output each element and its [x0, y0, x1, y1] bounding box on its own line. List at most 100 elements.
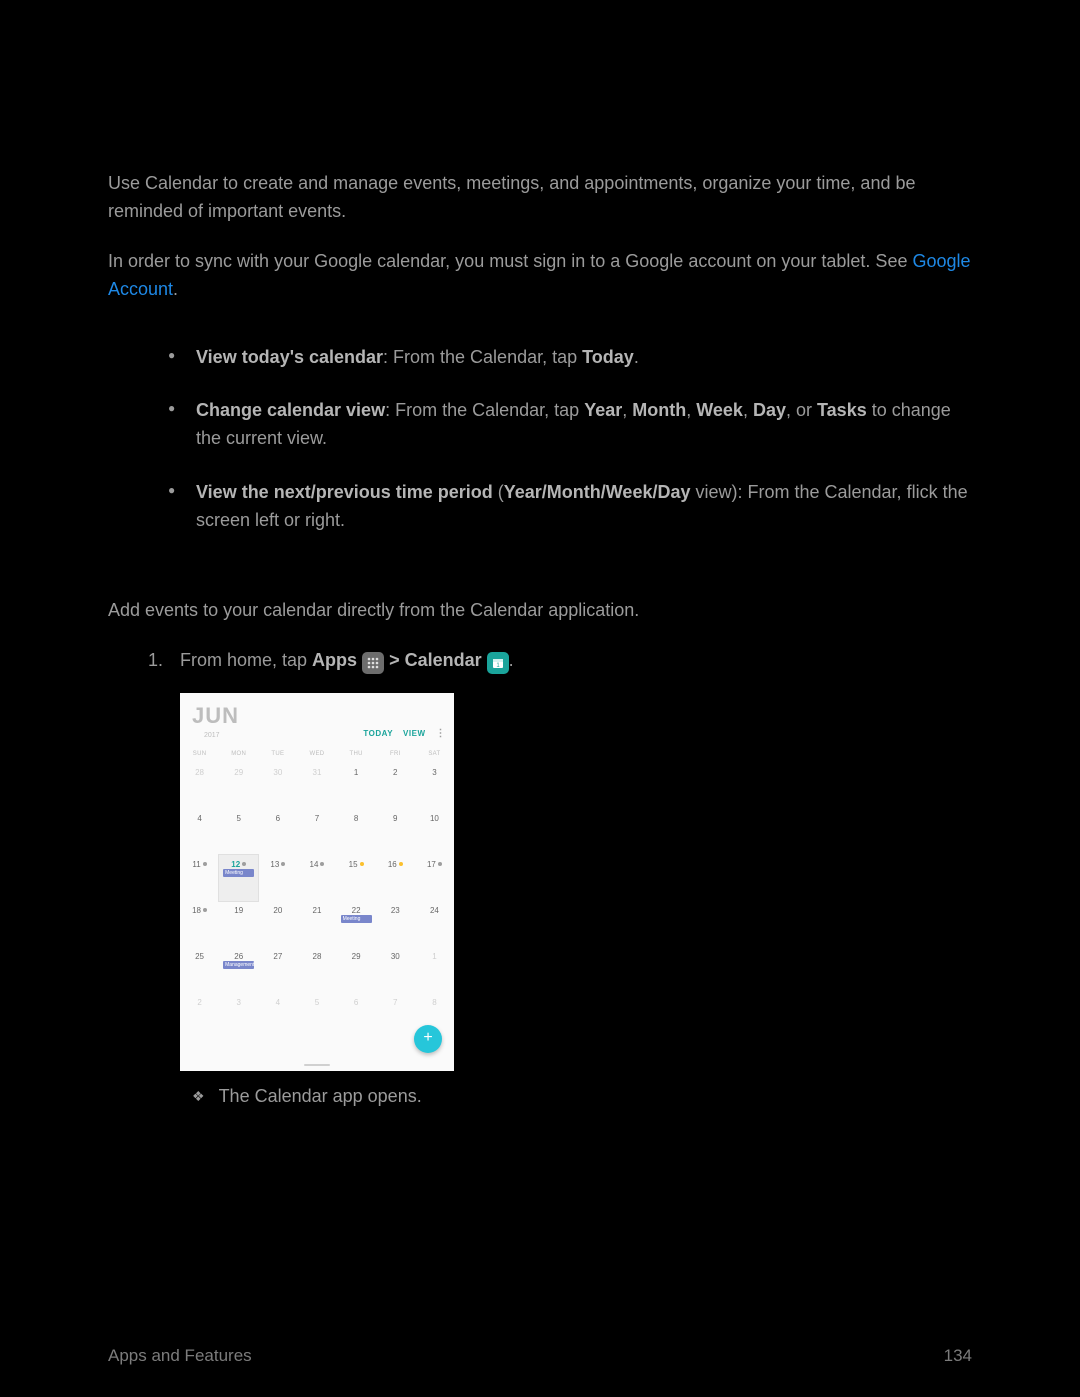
shot-actions: TODAY VIEW ⋮	[363, 726, 446, 742]
weekday-header: SUN	[180, 744, 219, 763]
bullet-list: View today's calendar: From the Calendar…	[168, 344, 972, 535]
calendar-day-cell[interactable]: 21	[297, 901, 336, 947]
calendar-day-cell[interactable]: 2	[376, 763, 415, 809]
calendar-day-cell[interactable]: 28	[180, 763, 219, 809]
bullet-item: View the next/previous time period (Year…	[168, 479, 972, 535]
calendar-day-cell[interactable]: 15	[337, 855, 376, 901]
weekday-header: THU	[337, 744, 376, 763]
step-sep: >	[389, 650, 405, 670]
calendar-day-cell[interactable]: 18	[180, 901, 219, 947]
calendar-day-cell[interactable]: 11	[180, 855, 219, 901]
calendar-day-cell[interactable]: 4	[258, 993, 297, 1039]
shot-month: JUN	[192, 699, 239, 733]
bullet-or: , or	[786, 400, 817, 420]
calendar-grid: SUNMONTUEWEDTHUFRISAT2829303112345678910…	[180, 744, 454, 1039]
home-indicator	[304, 1064, 330, 1066]
calendar-day-cell[interactable]: 5	[297, 993, 336, 1039]
calendar-day-cell[interactable]: 27	[258, 947, 297, 993]
bullet-lead: Change calendar view	[196, 400, 385, 420]
calendar-day-cell[interactable]: 29	[219, 763, 258, 809]
result-text: The Calendar app opens.	[219, 1083, 422, 1111]
weekday-header: TUE	[258, 744, 297, 763]
footer-page-number: 134	[944, 1343, 972, 1369]
calendar-day-cell[interactable]: 7	[376, 993, 415, 1039]
page-footer: Apps and Features 134	[108, 1343, 972, 1369]
shot-header: JUN 2017 TODAY VIEW ⋮	[180, 693, 454, 744]
calendar-day-cell[interactable]: 23	[376, 901, 415, 947]
intro-p2-b: .	[173, 279, 178, 299]
calendar-day-cell[interactable]: 3	[415, 763, 454, 809]
calendar-day-cell[interactable]: 25	[180, 947, 219, 993]
calendar-day-cell[interactable]: 9	[376, 809, 415, 855]
calendar-event-chip[interactable]: Meeting	[223, 869, 254, 877]
calendar-day-cell[interactable]: 7	[297, 809, 336, 855]
intro-p2-a: In order to sync with your Google calend…	[108, 251, 912, 271]
step-result: ❖ The Calendar app opens.	[192, 1083, 972, 1111]
bullet-keyword: Today	[582, 347, 634, 367]
bullet-lead: View the next/previous time period	[196, 482, 493, 502]
bullet-lead: View today's calendar	[196, 347, 383, 367]
step-text-a: From home, tap	[180, 650, 312, 670]
calendar-event-chip[interactable]: Management	[223, 961, 254, 969]
calendar-day-cell[interactable]: 2	[180, 993, 219, 1039]
calendar-day-cell[interactable]: 28	[297, 947, 336, 993]
weather-dot-icon	[320, 862, 324, 866]
calendar-day-cell[interactable]: 29	[337, 947, 376, 993]
calendar-day-cell[interactable]: 12Meeting	[219, 855, 258, 901]
calendar-day-cell[interactable]: 6	[258, 809, 297, 855]
bullet-text: : From the Calendar, tap	[383, 347, 582, 367]
calendar-day-cell[interactable]: 1	[337, 763, 376, 809]
intro-paragraph-2: In order to sync with your Google calend…	[108, 248, 972, 304]
step-item: 1. From home, tap Apps > Calendar 1 . JU…	[148, 647, 972, 1111]
bullet-kw: Tasks	[817, 400, 867, 420]
weather-dot-icon	[203, 908, 207, 912]
calendar-day-cell[interactable]: 24	[415, 901, 454, 947]
bullet-kw: Year	[584, 400, 622, 420]
weather-dot-icon	[438, 862, 442, 866]
weekday-header: WED	[297, 744, 336, 763]
calendar-day-cell[interactable]: 17	[415, 855, 454, 901]
step-tail: .	[509, 650, 514, 670]
weekday-header: SAT	[415, 744, 454, 763]
bullet-kw: Month	[632, 400, 686, 420]
diamond-icon: ❖	[192, 1083, 205, 1111]
weather-dot-icon	[399, 862, 403, 866]
calendar-day-cell[interactable]: 26Management	[219, 947, 258, 993]
today-button[interactable]: TODAY	[363, 728, 393, 740]
calendar-day-cell[interactable]: 22Meeting	[337, 901, 376, 947]
calendar-day-cell[interactable]: 10	[415, 809, 454, 855]
calendar-day-cell[interactable]: 20	[258, 901, 297, 947]
bullet-kw: Week	[696, 400, 743, 420]
calendar-day-cell[interactable]: 5	[219, 809, 258, 855]
intro-paragraph-1: Use Calendar to create and manage events…	[108, 170, 972, 226]
calendar-day-cell[interactable]: 16	[376, 855, 415, 901]
calendar-day-cell[interactable]: 8	[337, 809, 376, 855]
view-button[interactable]: VIEW	[403, 728, 425, 740]
calendar-day-cell[interactable]: 3	[219, 993, 258, 1039]
apps-icon	[362, 652, 384, 674]
overflow-menu-icon[interactable]: ⋮	[436, 726, 447, 742]
footer-section: Apps and Features	[108, 1343, 252, 1369]
calendar-screenshot: JUN 2017 TODAY VIEW ⋮ SUNMONTUEWEDTHUFRI…	[180, 693, 454, 1071]
calendar-day-cell[interactable]: 19	[219, 901, 258, 947]
calendar-day-cell[interactable]: 1	[415, 947, 454, 993]
bullet-kw: Day	[753, 400, 786, 420]
document-page: Use Calendar to create and manage events…	[0, 0, 1080, 1397]
calendar-day-cell[interactable]: 6	[337, 993, 376, 1039]
calendar-day-cell[interactable]: 14	[297, 855, 336, 901]
step-apps: Apps	[312, 650, 357, 670]
weekday-header: FRI	[376, 744, 415, 763]
bullet-item: View today's calendar: From the Calendar…	[168, 344, 972, 372]
calendar-day-cell[interactable]: 30	[376, 947, 415, 993]
bullet-item: Change calendar view: From the Calendar,…	[168, 397, 972, 453]
weather-dot-icon	[360, 862, 364, 866]
calendar-day-cell[interactable]: 13	[258, 855, 297, 901]
add-event-fab[interactable]: +	[414, 1025, 442, 1053]
calendar-day-cell[interactable]: 30	[258, 763, 297, 809]
calendar-day-cell[interactable]: 4	[180, 809, 219, 855]
bullet-paren-bold: Year/Month/Week/Day	[504, 482, 691, 502]
step-calendar: Calendar	[405, 650, 482, 670]
weekday-header: MON	[219, 744, 258, 763]
calendar-event-chip[interactable]: Meeting	[341, 915, 372, 923]
calendar-day-cell[interactable]: 31	[297, 763, 336, 809]
